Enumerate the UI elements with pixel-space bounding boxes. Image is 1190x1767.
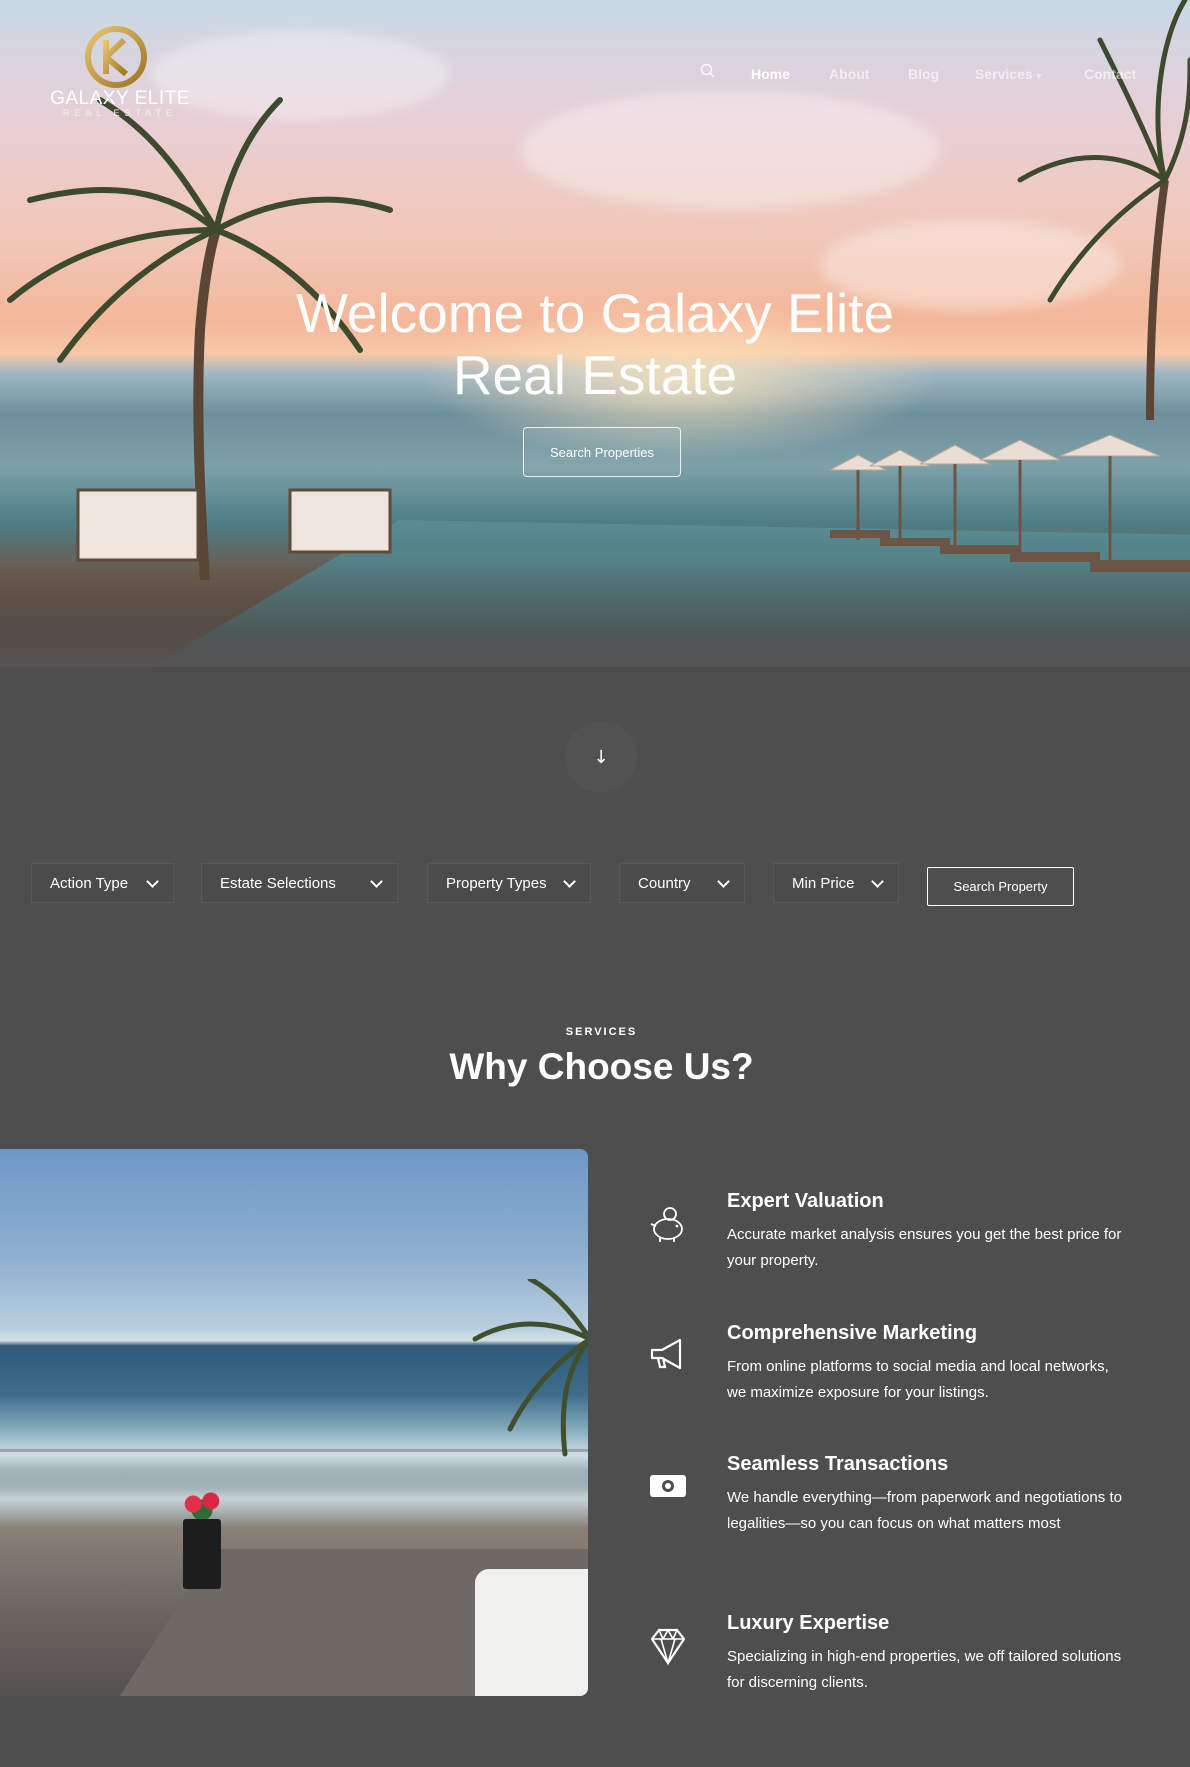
search-property-button[interactable]: Search Property	[927, 867, 1074, 906]
property-types-label: Property Types	[446, 874, 547, 892]
nav-about[interactable]: About	[829, 66, 869, 82]
sea-foam	[0, 1469, 588, 1529]
hero-title-line1: Welcome to Galaxy Elite	[295, 282, 895, 344]
megaphone-icon	[650, 1338, 682, 1370]
piggy-bank-icon	[650, 1207, 683, 1242]
diamond-icon	[650, 1628, 686, 1666]
cloud-decoration	[520, 90, 940, 210]
hero-title-line2: Real Estate	[452, 344, 738, 406]
main-nav: Home About Blog Services ▾ Contact	[0, 63, 1190, 86]
nav-blog[interactable]: Blog	[908, 66, 939, 82]
property-types-select[interactable]: Property Types	[427, 863, 591, 903]
section-title: Why Choose Us?	[449, 1046, 754, 1087]
palm-tree-right	[1017, 0, 1190, 420]
palm-fronds	[472, 1279, 588, 1457]
scroll-down-button[interactable]: ↓	[565, 721, 637, 793]
search-properties-button[interactable]: Search Properties	[523, 427, 681, 477]
arrow-down-icon: ↓	[593, 746, 609, 768]
min-price-label: Min Price	[792, 874, 855, 892]
chevron-down-icon	[871, 875, 884, 888]
cabanas	[76, 488, 392, 562]
caret-down-icon: ▾	[1036, 71, 1042, 81]
min-price-select[interactable]: Min Price	[773, 863, 899, 903]
cash-icon	[650, 1475, 686, 1497]
nav-services[interactable]: Services ▾	[975, 66, 1041, 82]
country-label: Country	[638, 874, 691, 892]
feature-text: Specializing in high-end properties, we …	[727, 1648, 1122, 1691]
estate-selections-label: Estate Selections	[220, 874, 336, 892]
nav-home[interactable]: Home	[751, 66, 790, 82]
hero-title: Welcome to Galaxy Elite Real Estate	[195, 282, 995, 406]
feature-text: We handle everything—from paperwork and …	[727, 1489, 1122, 1532]
action-type-label: Action Type	[50, 874, 129, 892]
section-eyebrow: SERVICES	[565, 1026, 638, 1038]
nav-services-label: Services	[975, 66, 1033, 82]
plant-pot	[183, 1519, 221, 1589]
hero-fade	[0, 630, 1190, 667]
country-select[interactable]: Country	[619, 863, 745, 903]
feature-text: Accurate market analysis ensures you get…	[727, 1226, 1122, 1269]
chevron-down-icon	[146, 875, 159, 888]
chevron-down-icon	[370, 875, 383, 888]
nav-contact[interactable]: Contact	[1084, 66, 1136, 82]
feature-text: From online platforms to social media an…	[727, 1358, 1109, 1401]
feature-title: Luxury Expertise	[727, 1612, 890, 1634]
estate-selections-select[interactable]: Estate Selections	[201, 863, 398, 903]
feature-title: Seamless Transactions	[727, 1453, 949, 1475]
search-icon[interactable]	[699, 62, 717, 80]
feature-title: Comprehensive Marketing	[727, 1322, 978, 1344]
brand-tagline: REAL ESTATE	[62, 108, 178, 118]
chevron-down-icon	[563, 875, 576, 888]
beach-umbrellas	[830, 434, 1190, 572]
feature-title: Expert Valuation	[727, 1190, 884, 1212]
red-flowers	[180, 1489, 224, 1519]
action-type-select[interactable]: Action Type	[31, 863, 174, 903]
chevron-down-icon	[717, 875, 730, 888]
balcony-sea-photo	[0, 1149, 588, 1696]
lounge-cushion	[475, 1569, 588, 1696]
brand-name: GALAXY ELITE	[50, 88, 190, 109]
